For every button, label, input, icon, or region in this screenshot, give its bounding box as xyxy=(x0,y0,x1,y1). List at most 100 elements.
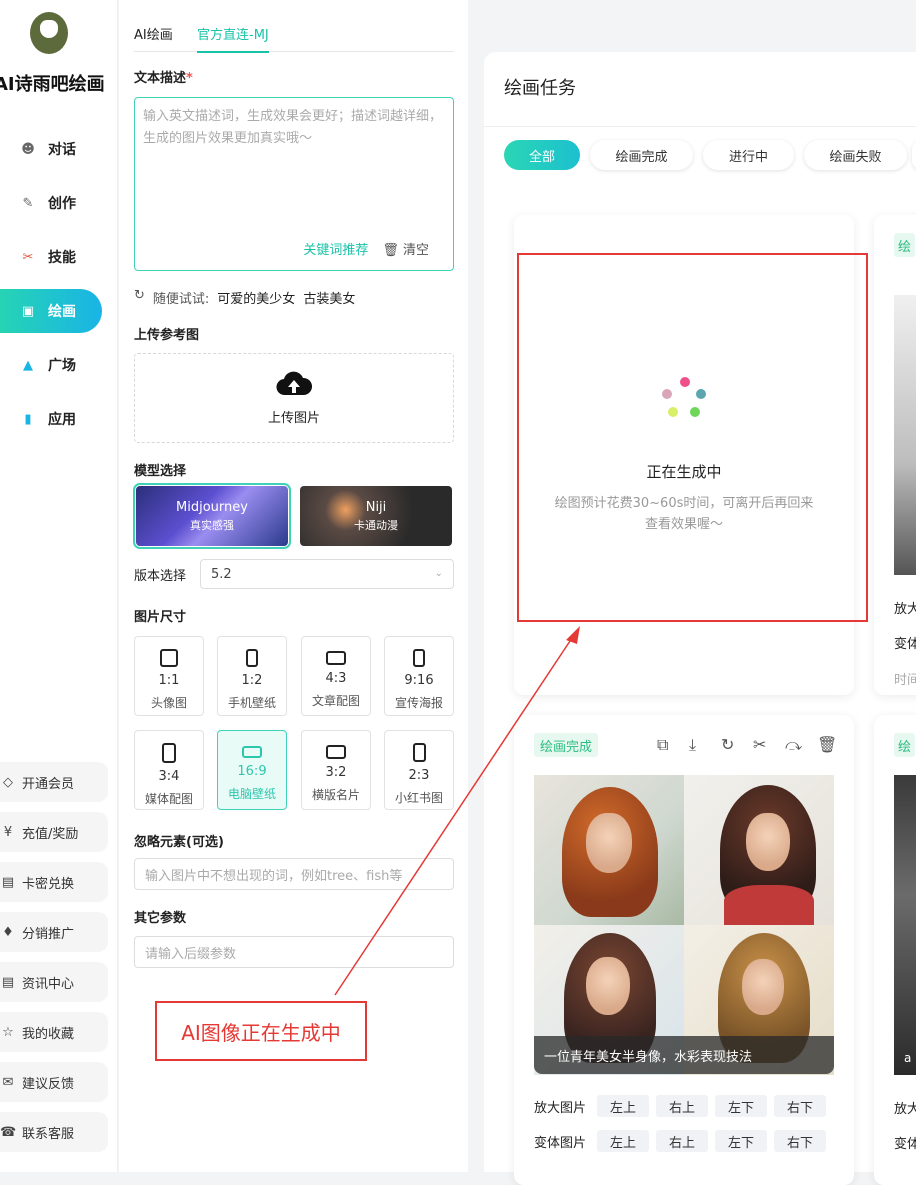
filter-in-progress[interactable]: 进行中 xyxy=(703,140,794,170)
size-name: 头像图 xyxy=(150,696,187,710)
upscale-button[interactable]: 左下 xyxy=(715,1095,767,1117)
tab-official-mj[interactable]: 官方直连-MJ xyxy=(197,24,269,53)
share-icon[interactable]: ⤼ xyxy=(785,735,802,755)
tab-ai-draw[interactable]: AI绘画 xyxy=(134,24,173,43)
size-option[interactable]: 2:3 小红书图 xyxy=(384,730,454,810)
upscale-button[interactable]: 右上 xyxy=(656,1095,708,1117)
form-tabs: AI绘画 官方直连-MJ xyxy=(134,22,454,53)
bottom-nav-distribution[interactable]: ♦ 分销推广 xyxy=(0,912,108,952)
size-ratio: 1:2 xyxy=(241,673,263,688)
upscale-button[interactable]: 左上 xyxy=(597,1095,649,1117)
cloud-upload-icon xyxy=(276,371,312,395)
bottom-nav-label: 建议反馈 xyxy=(22,1076,75,1092)
image-content xyxy=(586,813,632,873)
version-select[interactable]: 5.2 ⌄ xyxy=(200,559,454,589)
delete-icon[interactable]: 🗑 xyxy=(817,735,837,754)
draw-form: AI绘画 官方直连-MJ 文本描述* 输入英文描述词，生成效果会更好；描述词越详… xyxy=(119,0,468,1172)
size-option[interactable]: 3:2 横版名片 xyxy=(301,730,371,810)
filter-failed[interactable]: 绘画失败 xyxy=(804,140,907,170)
result-image-1[interactable] xyxy=(534,775,684,925)
painting-icon: ▣ xyxy=(21,303,35,319)
app-icon: ▮ xyxy=(24,411,32,427)
scissors-icon[interactable]: ✂ xyxy=(753,735,766,754)
bottom-nav-label: 资讯中心 xyxy=(22,976,75,992)
bottom-nav-recharge[interactable]: ¥ 充值/奖励 xyxy=(0,812,108,852)
image-thumbnail[interactable] xyxy=(894,295,916,575)
bottom-nav-vip[interactable]: ◇ 开通会员 xyxy=(0,762,108,802)
size-ratio: 9:16 xyxy=(404,673,434,688)
image-caption: 一位青年美女半身像，水彩表现技法 xyxy=(534,1036,834,1074)
copy-icon[interactable]: ⧉ xyxy=(657,735,668,755)
image-content xyxy=(724,885,814,925)
bottom-nav-feedback[interactable]: ✉ 建议反馈 xyxy=(0,1062,108,1102)
ratio-landscape-icon xyxy=(326,651,346,665)
size-option[interactable]: 1:1 头像图 xyxy=(134,636,204,716)
status-badge: 绘画完成 xyxy=(534,733,599,757)
bottom-nav-label: 卡密兑换 xyxy=(22,876,75,892)
refresh-icon[interactable]: ↻ xyxy=(134,288,145,307)
user-icon: ☻ xyxy=(21,141,35,157)
bottom-nav-card[interactable]: ▤ 卡密兑换 xyxy=(0,862,108,902)
status-badge: 绘 xyxy=(894,733,916,757)
nav-item-create[interactable]: ✎ 创作 xyxy=(0,181,102,225)
upscale-button[interactable]: 右下 xyxy=(774,1095,826,1117)
other-params-input[interactable]: 请输入后缀参数 xyxy=(134,936,454,968)
model-name: Midjourney xyxy=(176,499,248,515)
upload-dropzone[interactable]: 上传图片 xyxy=(134,353,454,443)
brand-name: AI诗雨吧绘画 xyxy=(0,74,105,95)
size-option[interactable]: 4:3 文章配图 xyxy=(301,636,371,716)
size-option-selected[interactable]: 16:9 电脑壁纸 xyxy=(217,730,287,810)
ratio-wide-icon xyxy=(242,746,262,758)
upload-label: 上传参考图 xyxy=(134,328,200,343)
size-option[interactable]: 3:4 媒体配图 xyxy=(134,730,204,810)
model-sub: 真实感强 xyxy=(190,518,234,532)
bell-icon: ▲ xyxy=(23,357,33,373)
ratio-square-icon xyxy=(160,649,178,667)
nav-item-plaza[interactable]: ▲ 广场 xyxy=(0,343,102,387)
result-image-2[interactable] xyxy=(684,775,834,925)
ratio-portrait-icon xyxy=(413,649,425,667)
nav-item-draw[interactable]: ▣ 绘画 xyxy=(0,289,102,333)
filter-done[interactable]: 绘画完成 xyxy=(590,140,693,170)
clear-button[interactable]: 🗑 清空 xyxy=(382,240,429,262)
panel-title: 绘画任务 xyxy=(504,78,576,99)
pen-icon: ✎ xyxy=(22,195,34,211)
ratio-landscape-icon xyxy=(326,745,346,759)
bottom-nav-support[interactable]: ☎ 联系客服 xyxy=(0,1112,108,1152)
bottom-nav-favorites[interactable]: ☆ 我的收藏 xyxy=(0,1012,108,1052)
size-ratio: 2:3 xyxy=(408,768,430,783)
star-icon: ☆ xyxy=(2,1024,14,1040)
nav-item-apps[interactable]: ▮ 应用 xyxy=(0,397,102,441)
refresh-icon[interactable]: ↻ xyxy=(721,735,734,754)
image-content xyxy=(586,957,630,1015)
bottom-nav-news[interactable]: ▤ 资讯中心 xyxy=(0,962,108,1002)
size-option[interactable]: 9:16 宣传海报 xyxy=(384,636,454,716)
model-option-midjourney[interactable]: Midjourney 真实感强 xyxy=(133,483,291,549)
variation-label-partial: 变体 xyxy=(894,637,916,652)
share-tree-icon: ♦ xyxy=(2,924,14,940)
variation-button[interactable]: 右下 xyxy=(774,1130,826,1152)
bottom-nav-label: 开通会员 xyxy=(22,776,75,792)
image-content xyxy=(742,959,784,1015)
filter-all[interactable]: 全部 xyxy=(504,140,580,170)
model-option-niji[interactable]: Niji 卡通动漫 xyxy=(300,486,452,546)
image-thumbnail[interactable]: a xyxy=(894,775,916,1075)
variation-button[interactable]: 左下 xyxy=(715,1130,767,1152)
prompt-textarea[interactable]: 输入英文描述词，生成效果会更好；描述词越详细，生成的图片效果更加真实哦～ 关键词… xyxy=(134,97,454,271)
download-icon[interactable]: ⤓ xyxy=(689,735,696,755)
nav-item-skills[interactable]: ✂ 技能 xyxy=(0,235,102,279)
variation-button[interactable]: 左上 xyxy=(597,1130,649,1152)
keyword-recommend-link[interactable]: 关键词推荐 xyxy=(303,240,368,262)
ignore-input[interactable]: 输入图片中不想出现的词，例如tree、fish等 xyxy=(134,858,454,890)
yen-icon: ¥ xyxy=(3,824,13,840)
size-option[interactable]: 1:2 手机壁纸 xyxy=(217,636,287,716)
variation-button[interactable]: 右上 xyxy=(656,1130,708,1152)
size-ratio: 3:4 xyxy=(158,769,180,784)
headset-icon: ☎ xyxy=(0,1124,17,1140)
nav-item-chat[interactable]: ☻ 对话 xyxy=(0,127,102,171)
prompt-placeholder: 输入英文描述词，生成效果会更好；描述词越详细，生成的图片效果更加真实哦～ xyxy=(143,109,443,146)
try-example[interactable]: 可爱的美少女 xyxy=(217,288,295,307)
upscale-label-partial: 放大 xyxy=(894,602,916,617)
upscale-label: 放大图片 xyxy=(534,1101,587,1116)
try-example[interactable]: 古装美女 xyxy=(303,288,355,307)
